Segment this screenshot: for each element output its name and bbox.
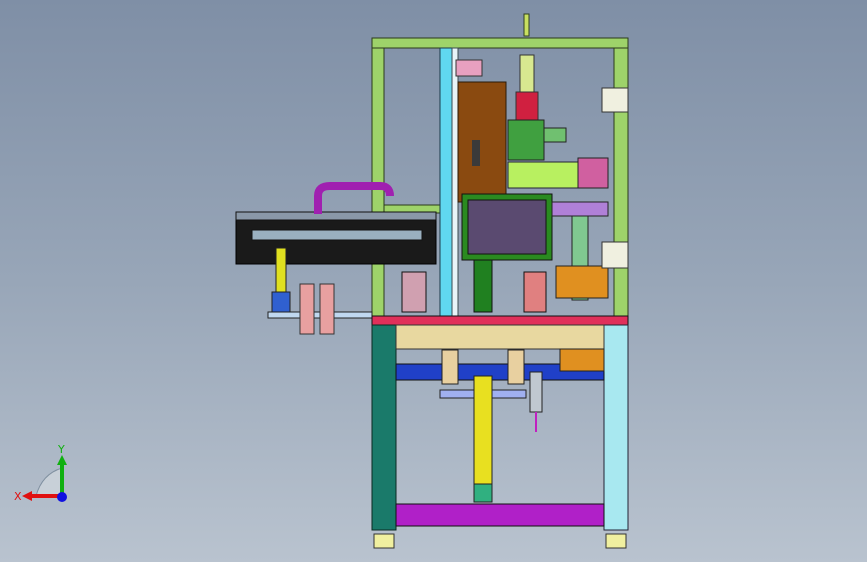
center-cylinder (473, 259, 493, 313)
white-column (451, 47, 459, 321)
base-plate (371, 315, 629, 326)
frame-top-beam (371, 37, 629, 49)
lower-cylinder-left (441, 349, 459, 385)
orange-block (555, 265, 609, 299)
coordinate-triad: Y X (10, 438, 80, 513)
blue-bushing (271, 291, 291, 313)
right-bracket-top (601, 87, 629, 113)
triad-x-arrow (22, 491, 32, 501)
right-bracket-mid (601, 241, 629, 269)
frame-left-upright (371, 37, 385, 324)
triad-y-label: Y (57, 443, 65, 456)
foot-left (373, 533, 395, 549)
monitor-screen (467, 199, 547, 255)
lower-right-leg (603, 324, 629, 531)
cyan-column (439, 47, 453, 321)
probe (529, 371, 543, 413)
lower-orange-box (559, 348, 605, 372)
left-fixture (401, 271, 427, 313)
spindle-side-unit (543, 127, 567, 143)
top-sensor-rod (523, 13, 530, 37)
spindle-motor (515, 91, 539, 121)
brown-slot (472, 140, 480, 166)
lift-cylinder-base (473, 483, 493, 503)
cad-viewport[interactable]: Y X (0, 0, 867, 562)
machine-assembly-model[interactable] (0, 0, 867, 562)
spindle-body (507, 119, 545, 161)
center-fixture (523, 271, 547, 313)
brown-mount-plate (457, 81, 507, 203)
roller-right (319, 283, 335, 335)
conveyor-cylinder (275, 247, 287, 293)
pink-motor (577, 157, 609, 189)
lower-beige-plate (395, 324, 605, 350)
lower-cylinder-right (507, 349, 525, 385)
lift-cylinder (473, 375, 493, 487)
spindle-shaft (519, 54, 535, 96)
foot-right (605, 533, 627, 549)
triad-origin-wedge (35, 467, 63, 497)
conveyor-rail (251, 229, 423, 241)
frame-right-upright (613, 37, 629, 324)
lower-left-leg (371, 324, 397, 531)
triad-x-label: X (14, 490, 22, 503)
bottom-purple-bar (395, 503, 605, 527)
top-clamp (455, 59, 483, 77)
triad-y-arrow (57, 455, 67, 465)
roller-left (299, 283, 315, 335)
conveyor-top-rail (235, 211, 437, 221)
rotary-plate (551, 201, 609, 217)
triad-z-axis (57, 492, 67, 502)
